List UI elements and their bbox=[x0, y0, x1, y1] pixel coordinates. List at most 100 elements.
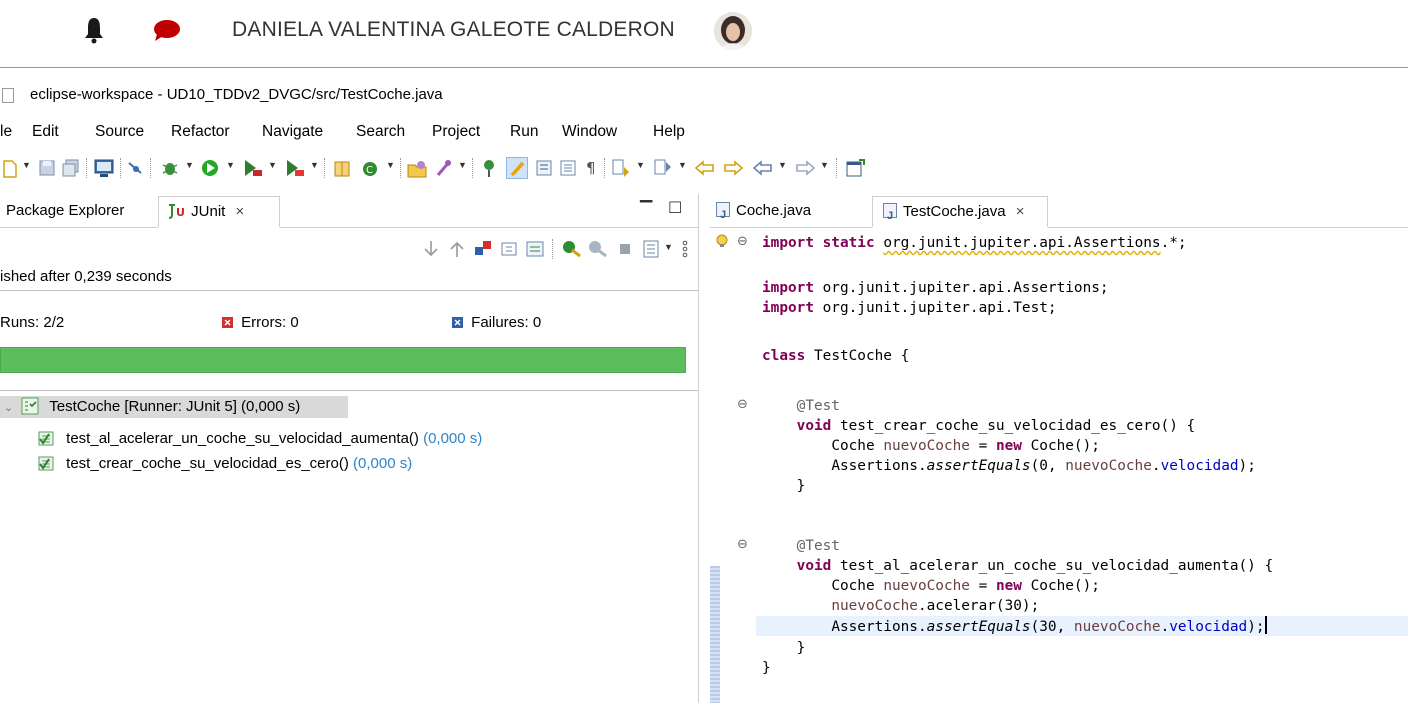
debug-dropdown-icon[interactable]: ▼ bbox=[185, 160, 194, 170]
failures-label: Failures: bbox=[471, 314, 529, 331]
history-dropdown-icon[interactable]: ▼ bbox=[664, 242, 673, 252]
tab-junit[interactable]: U JUnit × bbox=[158, 196, 280, 228]
forward-dropdown-icon[interactable]: ▼ bbox=[820, 160, 829, 170]
rerun-test-icon[interactable] bbox=[560, 238, 582, 260]
tree-item-test[interactable]: test_al_acelerar_un_coche_su_velocidad_a… bbox=[38, 428, 482, 450]
minimize-icon[interactable]: ▔ bbox=[640, 200, 652, 220]
menu-project[interactable]: Project bbox=[432, 118, 480, 146]
close-icon[interactable]: × bbox=[1016, 203, 1025, 220]
tab-testcoche-java[interactable]: TestCoche.java × bbox=[872, 196, 1048, 231]
code-line: Coche nuevoCoche = new Coche(); bbox=[762, 576, 1100, 596]
annotation: @Test bbox=[796, 398, 840, 414]
external-tools-icon[interactable] bbox=[284, 157, 306, 179]
chevron-down-icon[interactable]: ⌄ bbox=[4, 402, 13, 414]
stop-icon[interactable] bbox=[614, 238, 636, 260]
previous-failure-icon[interactable] bbox=[446, 238, 468, 260]
previous-annotation-dropdown-icon[interactable]: ▼ bbox=[678, 160, 687, 170]
forward-history-icon[interactable] bbox=[722, 157, 744, 179]
coverage-icon[interactable] bbox=[242, 157, 264, 179]
save-all-icon[interactable] bbox=[62, 157, 80, 179]
keyword: void bbox=[796, 558, 832, 574]
coverage-dropdown-icon[interactable]: ▼ bbox=[268, 160, 277, 170]
errors-value: 0 bbox=[290, 314, 299, 331]
view-menu-icon[interactable] bbox=[680, 238, 690, 260]
code-area[interactable]: import static org.junit.jupiter.api.Asse… bbox=[756, 228, 1408, 703]
next-annotation-dropdown-icon[interactable]: ▼ bbox=[636, 160, 645, 170]
tab-coche-java[interactable]: Coche.java bbox=[716, 196, 811, 230]
code-editor: Coche.java TestCoche.java × ⊖ ⊖ ⊖ import… bbox=[710, 194, 1408, 703]
fold-collapse-icon[interactable]: ⊖ bbox=[737, 536, 748, 552]
mark-occurrences-icon[interactable] bbox=[506, 157, 528, 179]
new-dropdown-icon[interactable]: ▼ bbox=[22, 160, 31, 170]
annotation: @Test bbox=[796, 538, 840, 554]
forward-icon[interactable] bbox=[794, 157, 816, 179]
toolbar-separator bbox=[324, 158, 326, 178]
package-name: org.junit.jupiter.api.Assertions bbox=[883, 235, 1161, 251]
tree-item-test[interactable]: test_crear_coche_su_velocidad_es_cero() … bbox=[38, 453, 412, 475]
rerun-failures-first-icon[interactable] bbox=[586, 238, 608, 260]
back-dropdown-icon[interactable]: ▼ bbox=[778, 160, 787, 170]
skip-breakpoints-icon[interactable] bbox=[126, 157, 144, 179]
bell-icon[interactable] bbox=[84, 16, 104, 44]
last-edit-location-icon[interactable] bbox=[694, 157, 716, 179]
code-text: = bbox=[969, 578, 996, 594]
block-selection-icon[interactable] bbox=[558, 157, 578, 179]
menu-navigate[interactable]: Navigate bbox=[262, 118, 323, 146]
fold-collapse-icon[interactable]: ⊖ bbox=[737, 396, 748, 412]
panel-sash[interactable] bbox=[698, 194, 710, 703]
scroll-lock-icon[interactable] bbox=[498, 238, 520, 260]
keyword: import bbox=[762, 300, 814, 316]
tree-root-label: TestCoche [Runner: JUnit 5] (0,000 s) bbox=[49, 398, 301, 415]
next-annotation-icon[interactable] bbox=[610, 157, 632, 179]
new-java-package-icon[interactable] bbox=[332, 157, 352, 179]
search-dropdown-icon[interactable]: ▼ bbox=[458, 160, 467, 170]
test-run-history-icon[interactable] bbox=[640, 238, 662, 260]
menu-source[interactable]: Source bbox=[95, 118, 144, 146]
menu-file[interactable]: le bbox=[0, 118, 12, 146]
show-failures-only-icon[interactable] bbox=[472, 238, 494, 260]
warning-lightbulb-icon[interactable] bbox=[714, 233, 730, 249]
code-line: class TestCoche { bbox=[762, 346, 909, 366]
close-icon[interactable]: × bbox=[236, 203, 245, 220]
show-skipped-tests-icon[interactable] bbox=[524, 238, 546, 260]
new-java-class-icon[interactable]: C bbox=[360, 157, 380, 179]
terminal-icon[interactable] bbox=[94, 157, 114, 179]
back-icon[interactable] bbox=[752, 157, 774, 179]
debug-icon[interactable] bbox=[160, 157, 180, 179]
menu-window[interactable]: Window bbox=[562, 118, 617, 146]
pin-icon[interactable] bbox=[478, 157, 500, 179]
fold-collapse-icon[interactable]: ⊖ bbox=[737, 233, 748, 249]
menu-help[interactable]: Help bbox=[653, 118, 685, 146]
new-icon[interactable] bbox=[2, 157, 18, 179]
external-tools-dropdown-icon[interactable]: ▼ bbox=[310, 160, 319, 170]
next-failure-icon[interactable] bbox=[420, 238, 442, 260]
toolbar-separator bbox=[120, 158, 122, 178]
toolbar-separator bbox=[150, 158, 152, 178]
run-dropdown-icon[interactable]: ▼ bbox=[226, 160, 235, 170]
new-class-dropdown-icon[interactable]: ▼ bbox=[386, 160, 395, 170]
code-text: . bbox=[1160, 619, 1170, 635]
chat-icon[interactable] bbox=[152, 18, 182, 42]
open-perspective-icon[interactable] bbox=[844, 157, 866, 179]
open-type-icon[interactable] bbox=[406, 157, 428, 179]
tab-package-explorer[interactable]: Package Explorer bbox=[6, 196, 124, 228]
menu-run[interactable]: Run bbox=[510, 118, 538, 146]
paragraph-icon[interactable]: ¶ bbox=[584, 157, 600, 179]
test-progress-bar bbox=[0, 347, 686, 373]
menu-edit[interactable]: Edit bbox=[32, 118, 59, 146]
show-whitespace-icon[interactable] bbox=[534, 157, 554, 179]
failure-icon bbox=[452, 317, 463, 328]
maximize-icon[interactable]: ☐ bbox=[668, 198, 682, 218]
menu-refactor[interactable]: Refactor bbox=[171, 118, 230, 146]
code-line: nuevoCoche.acelerar(30); bbox=[762, 596, 1039, 616]
run-icon[interactable] bbox=[200, 157, 220, 179]
menu-search[interactable]: Search bbox=[356, 118, 405, 146]
previous-annotation-icon[interactable] bbox=[652, 157, 674, 179]
user-name[interactable]: DANIELA VALENTINA GALEOTE CALDERON bbox=[232, 18, 675, 42]
save-icon[interactable] bbox=[38, 157, 56, 179]
local-variable: nuevoCoche bbox=[1065, 458, 1152, 474]
avatar[interactable] bbox=[714, 12, 752, 50]
tree-root-row[interactable]: ⌄ TestCoche [Runner: JUnit 5] (0,000 s) bbox=[0, 396, 348, 418]
toolbar-separator bbox=[604, 158, 606, 178]
search-icon[interactable] bbox=[434, 157, 454, 179]
